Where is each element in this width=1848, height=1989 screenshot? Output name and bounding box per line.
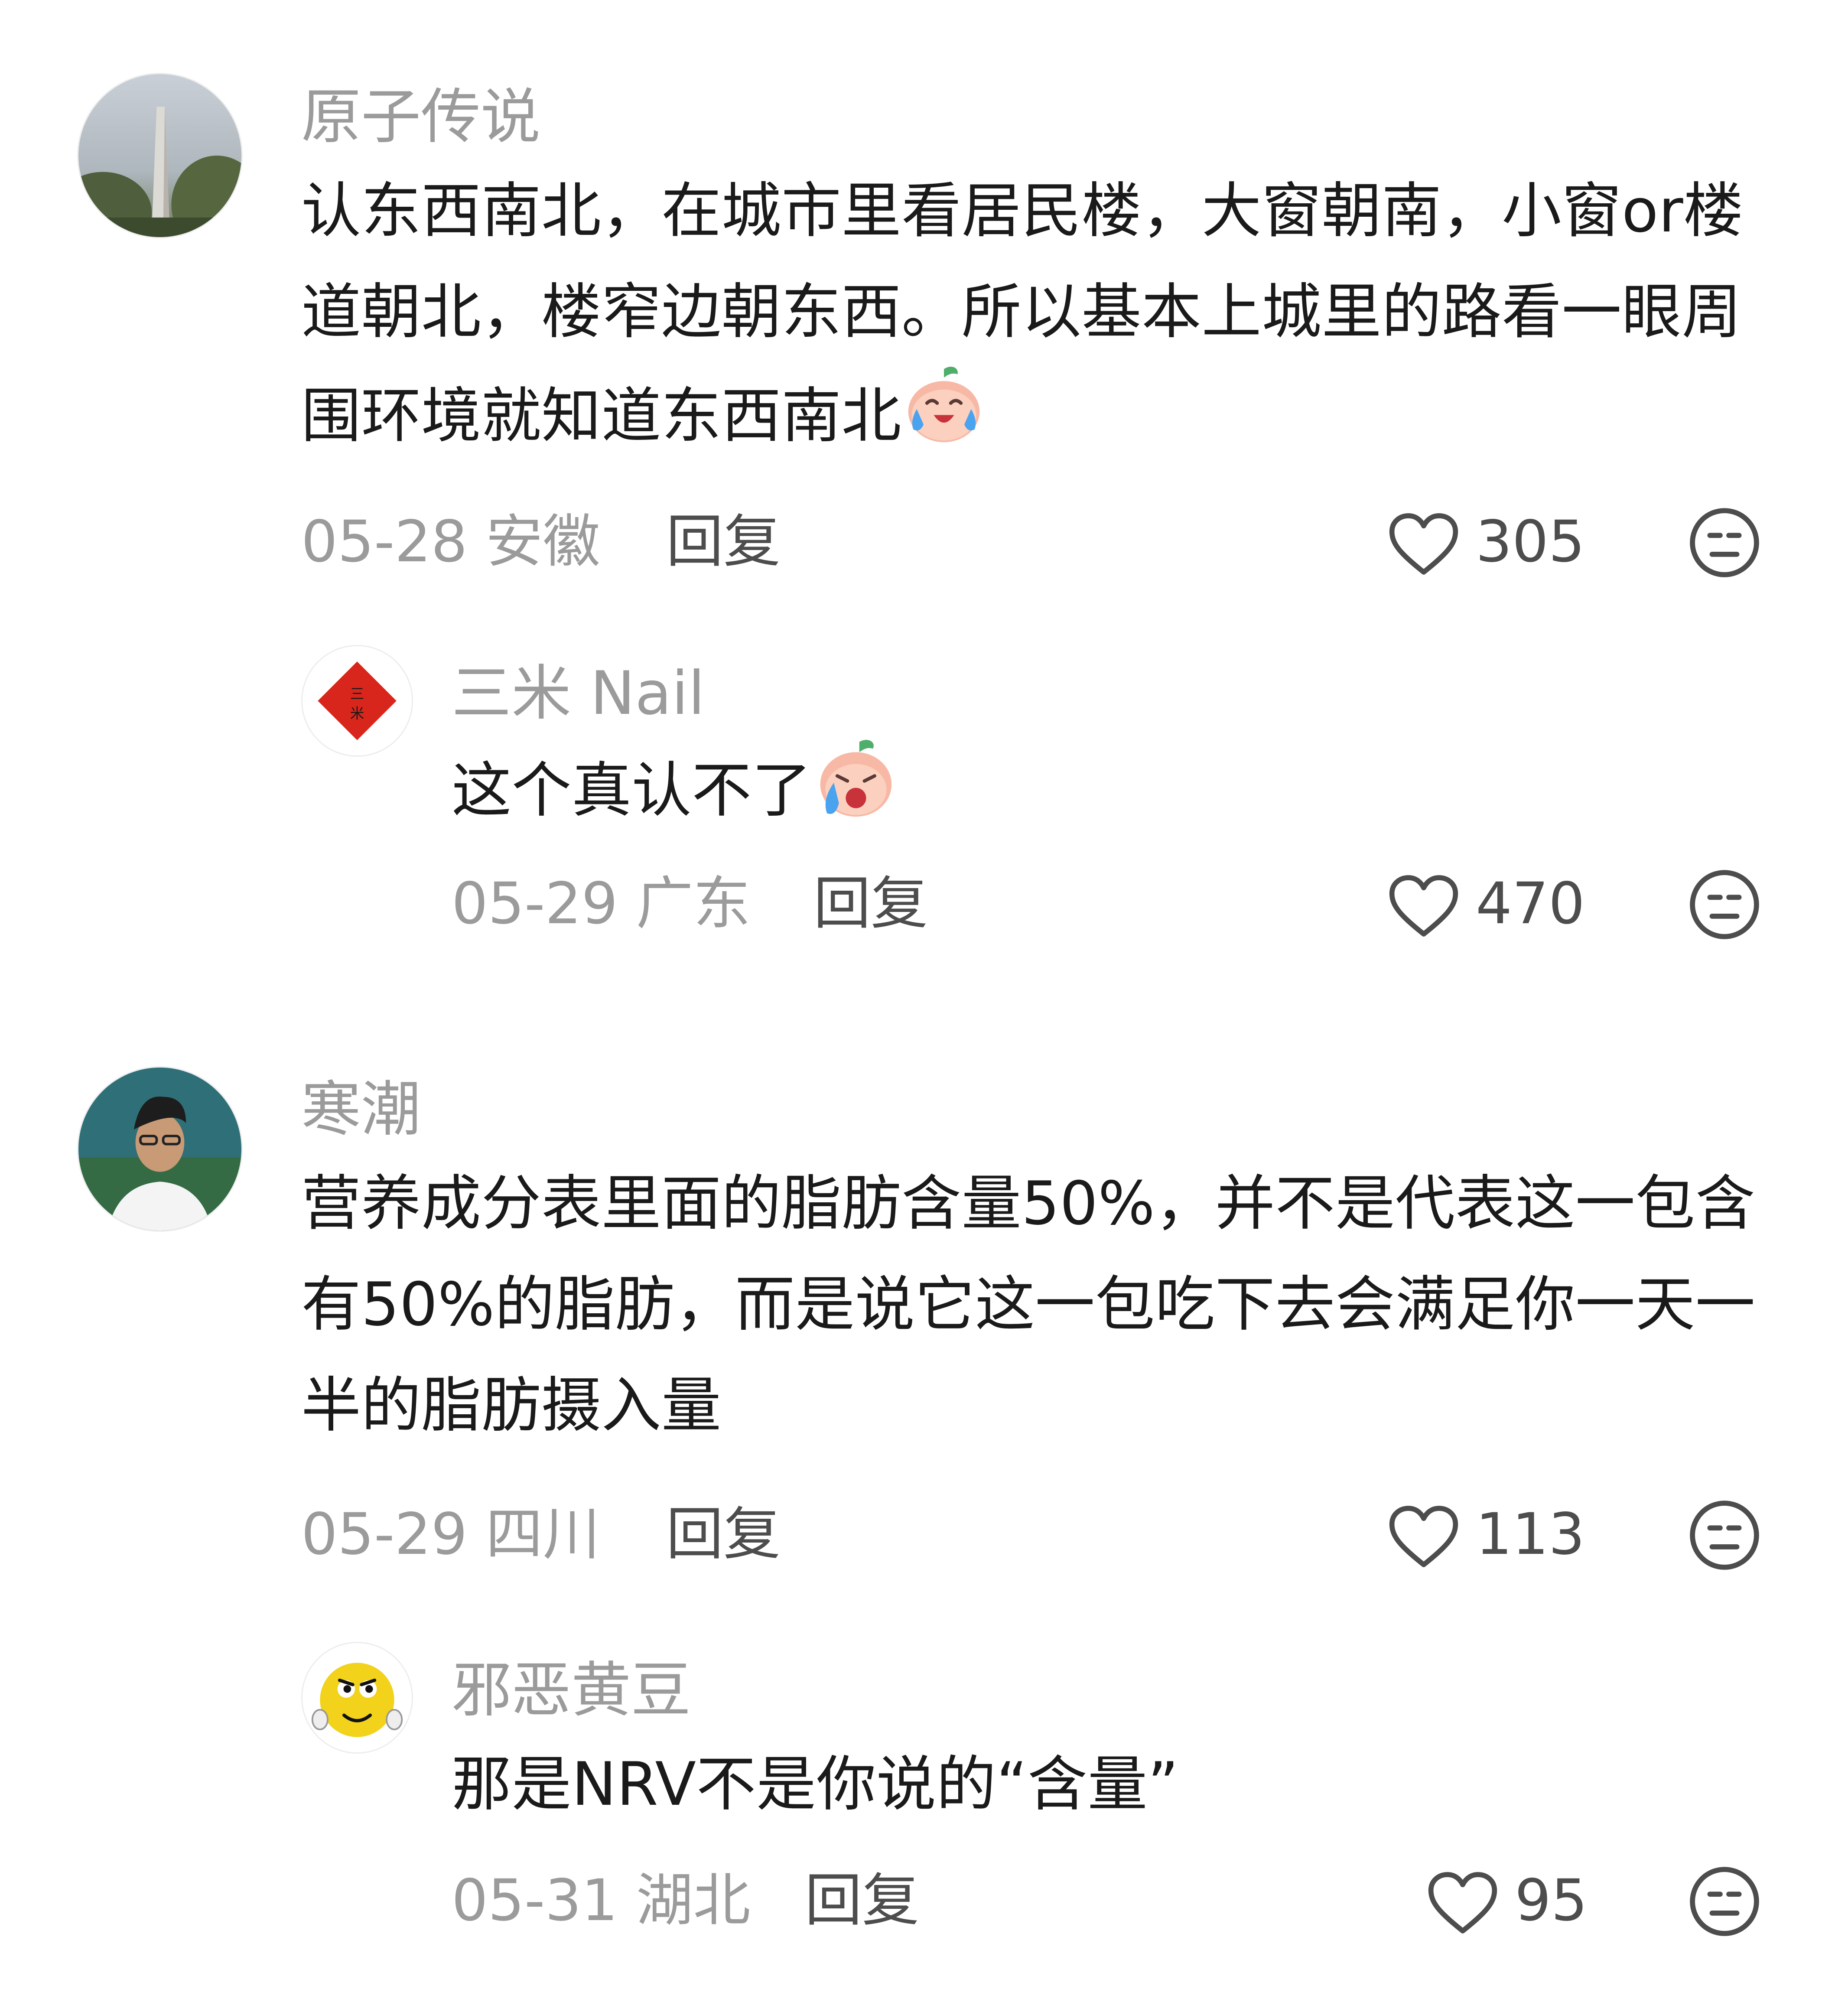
like-count: 305 [1476,508,1585,575]
comment-meta: 05-28 安徽 回复 305 [301,506,1788,579]
comment-text: 认东西南北，在城市里看居民楼，大窗朝南，小窗or楼道朝北，楼窄边朝东西。所以基本… [301,176,1744,451]
username[interactable]: 邪恶黄豆 [452,1656,1752,1725]
avatar[interactable] [77,73,243,238]
reply-button[interactable]: 回复 [813,869,928,938]
username[interactable]: 寒潮 [301,1075,1788,1144]
username[interactable]: 原子传说 [301,82,1788,152]
like-button[interactable]: 113 [1387,1500,1604,1569]
avatar[interactable] [301,1642,413,1754]
svg-text:米: 米 [350,705,364,722]
comment-meta: 05-29 广东 回复 470 [452,868,1788,941]
date-location: 05-28 安徽 [301,508,600,575]
comment-meta: 05-29 四川 回复 113 [301,1499,1788,1572]
like-count: 95 [1515,1867,1588,1934]
meh-face-icon[interactable] [1688,1499,1761,1572]
reply-button[interactable]: 回复 [805,1866,919,1935]
comment-item: 原子传说 认东西南北，在城市里看居民楼，大窗朝南，小窗or楼道朝北，楼窄边朝东西… [0,0,1848,607]
reply-item: 三 米 三米 Nail 这个真认不了 05-29 广东 回复 470 [0,607,1848,1040]
like-count: 470 [1476,870,1585,937]
avatar-seal-text: 三 [350,686,364,702]
avatar[interactable] [77,1066,243,1232]
reply-button[interactable]: 回复 [666,1500,781,1569]
comment-item: 寒潮 营养成分表里面的脂肪含量50%，并不是代表这一包含有50%的脂肪，而是说它… [0,1040,1848,1604]
like-button[interactable]: 95 [1426,1866,1608,1935]
date-location: 05-31 湖北 [452,1867,751,1934]
meh-face-icon[interactable] [1688,506,1761,579]
meh-face-icon[interactable] [1688,868,1761,941]
reply-item: 邪恶黄豆 那是NRV不是你说的“含量” 05-31 湖北 回复 95 [0,1604,1848,1989]
heart-outline-icon [1387,511,1461,576]
avatar[interactable]: 三 米 [301,645,413,757]
date-location: 05-29 广东 [452,870,751,937]
reply-button[interactable]: 回复 [666,507,781,576]
comment-text: 那是NRV不是你说的“含量” [452,1749,1179,1819]
date-location: 05-29 四川 [301,1501,600,1568]
like-count: 113 [1476,1501,1585,1568]
like-button[interactable]: 305 [1387,507,1604,576]
like-button[interactable]: 470 [1387,869,1604,938]
username[interactable]: 三米 Nail [452,659,1752,728]
meh-face-icon[interactable] [1688,1865,1761,1938]
comment-text: 这个真认不了 [452,737,1752,841]
crying-laugh-peach-emoji [901,362,986,447]
heart-outline-icon [1387,1504,1461,1569]
heart-outline-icon [1387,873,1461,938]
comment-list: 原子传说 认东西南北，在城市里看居民楼，大窗朝南，小窗or楼道朝北，楼窄边朝东西… [0,0,1848,1989]
comment-text: 营养成分表里面的脂肪含量50%，并不是代表这一包含有50%的脂肪，而是说它这一包… [301,1169,1756,1440]
crying-peach-emoji [812,737,897,822]
comment-meta: 05-31 湖北 回复 95 [452,1865,1788,1938]
heart-outline-icon [1426,1870,1500,1935]
